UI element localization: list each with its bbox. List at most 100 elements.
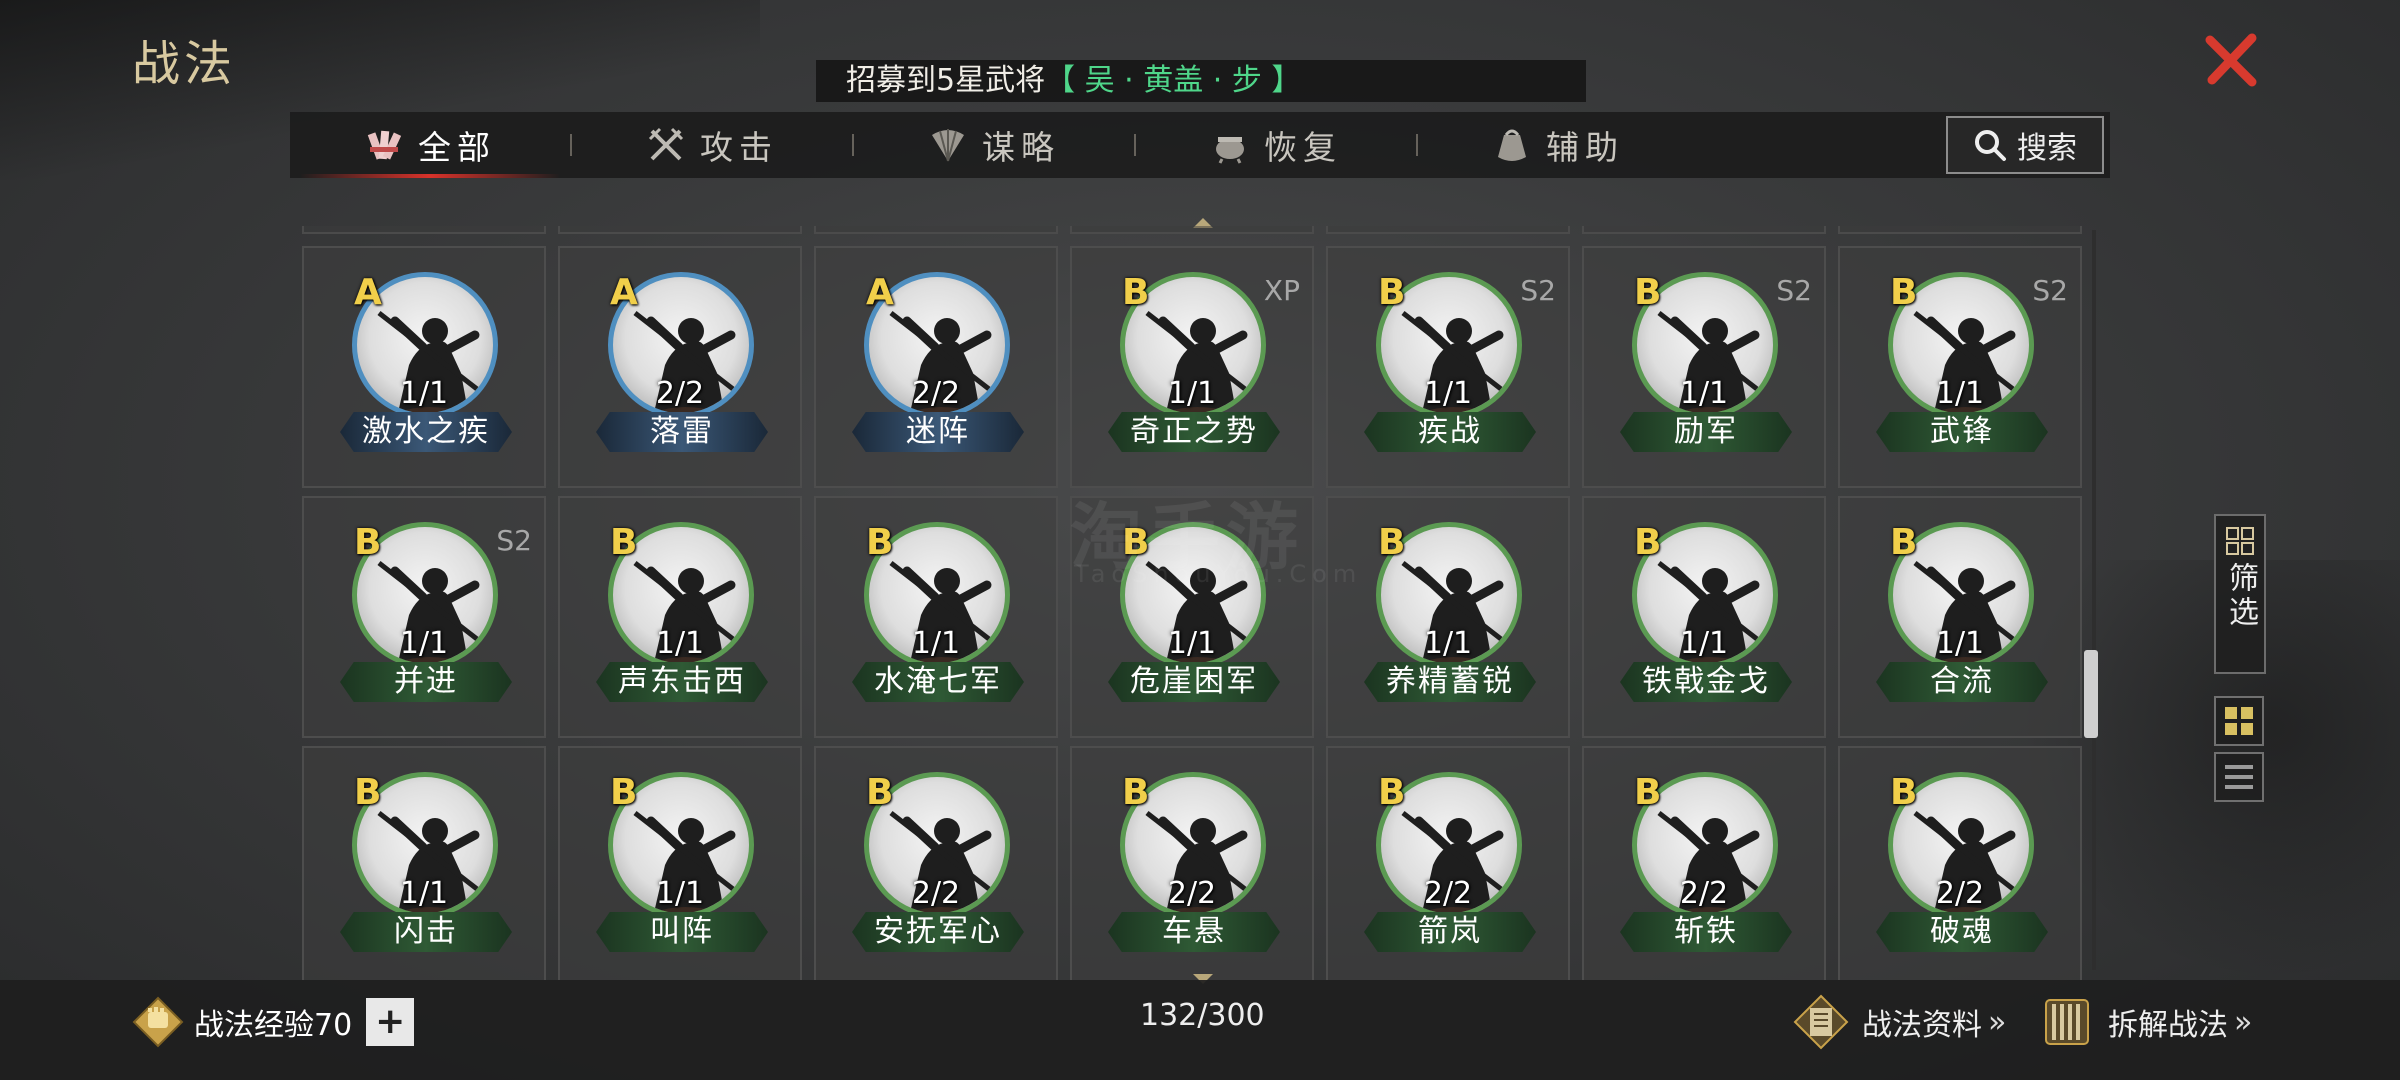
- tactic-info-link[interactable]: 战法资料 »: [1792, 994, 2006, 1050]
- tactic-grade: B: [1378, 522, 1406, 563]
- tactic-grade: B: [1634, 272, 1662, 313]
- category-tabs: 全部 攻击 谋略 恢复 辅助: [290, 112, 2110, 178]
- tactic-card[interactable]: B XP 1/1 奇正之势: [1070, 246, 1314, 488]
- scrollbar-track: [2092, 230, 2096, 970]
- tactic-card[interactable]: B 1/1 养精蓄锐: [1326, 496, 1570, 738]
- tactic-count: 1/1: [1423, 626, 1473, 661]
- tactic-grade: B: [866, 772, 894, 813]
- tactic-name: 叫阵: [596, 912, 768, 952]
- tactic-count: 1/1: [1679, 626, 1729, 661]
- scrollbar-thumb[interactable]: [2084, 650, 2098, 738]
- add-exp-button[interactable]: +: [366, 998, 415, 1046]
- tactic-card[interactable]: B S2 1/1 并进: [302, 496, 546, 738]
- tactic-name: 斩铁: [1620, 912, 1792, 952]
- scroll-book-icon: [1793, 994, 1849, 1050]
- tactic-card[interactable]: A 2/2 落雷: [558, 246, 802, 488]
- tactic-count: 1/1: [655, 876, 705, 911]
- tactic-grade: B: [1122, 772, 1150, 813]
- banner-highlight: 【 吴 · 黄盖 · 步 】: [1045, 63, 1302, 98]
- disassemble-link[interactable]: 拆解战法 »: [2038, 994, 2252, 1050]
- watermark-sub: TaoShouYou.Com: [1074, 560, 1363, 588]
- tactic-grade: A: [354, 272, 382, 313]
- tactic-grade: B: [610, 522, 638, 563]
- tab-recovery[interactable]: 恢复: [1136, 112, 1416, 178]
- tactic-card[interactable]: B 1/1 叫阵: [558, 746, 802, 980]
- tactic-info-label: 战法资料: [1862, 1008, 1982, 1043]
- search-icon: [1975, 130, 2006, 161]
- list-view-button[interactable]: [2214, 752, 2264, 802]
- tactic-card[interactable]: B 2/2 斩铁: [1582, 746, 1826, 980]
- tactic-grade: B: [354, 522, 382, 563]
- tactic-exp: 战法经验70 +: [132, 994, 415, 1050]
- tactic-card[interactable]: B 2/2 安抚军心: [814, 746, 1058, 980]
- tab-label: 全部: [418, 128, 496, 167]
- tactic-grade: B: [1890, 522, 1918, 563]
- tab-label: 谋略: [982, 128, 1060, 167]
- tactic-card[interactable]: B S2 1/1 励军: [1582, 246, 1826, 488]
- tactic-name: 车悬: [1108, 912, 1280, 952]
- cauldron-icon: [1216, 137, 1244, 164]
- filter-grid-icon: [2226, 527, 2254, 555]
- tactic-name: 声东击西: [596, 662, 768, 702]
- tactic-count: 1/1: [1423, 376, 1473, 411]
- tactic-grade: B: [1122, 272, 1150, 313]
- tactic-count: 2/2: [1935, 876, 1985, 911]
- tactic-card[interactable]: B S2 1/1 武锋: [1838, 246, 2082, 488]
- tactic-count: 1/1: [399, 626, 449, 661]
- tactic-card[interactable]: A 1/1 激水之疾: [302, 246, 546, 488]
- tactic-card[interactable]: B 1/1 声东击西: [558, 496, 802, 738]
- tactic-card[interactable]: B 1/1 水淹七军: [814, 496, 1058, 738]
- tactic-capacity: 132/300: [1140, 998, 1265, 1033]
- filter-button[interactable]: 筛选: [2214, 514, 2266, 674]
- close-button[interactable]: [2200, 28, 2264, 92]
- tactic-card[interactable]: B 1/1 铁戟金戈: [1582, 496, 1826, 738]
- tactic-name: 铁戟金戈: [1620, 662, 1792, 702]
- page-title: 战法: [132, 36, 237, 92]
- crossed-swords-icon: [648, 127, 684, 161]
- tactic-name: 破魂: [1876, 912, 2048, 952]
- tactic-count: 1/1: [1935, 626, 1985, 661]
- tactic-grade: B: [354, 772, 382, 813]
- tactic-season: S2: [2032, 274, 2068, 307]
- tactic-season: S2: [1520, 274, 1556, 307]
- fist-badge-icon: [132, 996, 184, 1048]
- tactic-card[interactable]: B 2/2 箭岚: [1326, 746, 1570, 980]
- tactic-card[interactable]: B 2/2 破魂: [1838, 746, 2082, 980]
- tactic-count: 2/2: [1423, 876, 1473, 911]
- tactic-card[interactable]: B 1/1 合流: [1838, 496, 2082, 738]
- tab-strategy[interactable]: 谋略: [854, 112, 1134, 178]
- tactic-name: 疾战: [1364, 412, 1536, 452]
- tactic-grade: B: [1890, 772, 1918, 813]
- grid-view-button[interactable]: [2214, 696, 2264, 746]
- recruit-banner: 招募到5星武将【 吴 · 黄盖 · 步 】: [816, 60, 1586, 102]
- tab-support[interactable]: 辅助: [1418, 112, 1698, 178]
- tactic-grade: B: [1378, 772, 1406, 813]
- tactic-name: 水淹七军: [852, 662, 1024, 702]
- tactic-name: 奇正之势: [1108, 412, 1280, 452]
- tactic-count: 2/2: [1167, 876, 1217, 911]
- tactic-card[interactable]: B S2 1/1 疾战: [1326, 246, 1570, 488]
- tactic-grid: A 1/1 激水之疾 A 2/2 落雷 A 2/2 迷阵 B XP 1/1 奇正之势 B S2 1/1 疾战 B S…: [302, 246, 2082, 980]
- tactic-grade: A: [610, 272, 638, 313]
- tactic-grade: B: [1890, 272, 1918, 313]
- fan-icon: [932, 129, 964, 162]
- tactic-count: 1/1: [399, 376, 449, 411]
- tactic-name: 合流: [1876, 662, 2048, 702]
- search-label: 搜索: [2017, 131, 2077, 166]
- tactic-name: 迷阵: [852, 412, 1024, 452]
- tactic-name: 危崖困军: [1108, 662, 1280, 702]
- tactic-season: S2: [496, 524, 532, 557]
- tactic-count: 1/1: [1679, 376, 1729, 411]
- tab-all[interactable]: 全部: [290, 112, 570, 178]
- tactic-card[interactable]: B 2/2 车悬: [1070, 746, 1314, 980]
- search-button[interactable]: 搜索: [1946, 116, 2104, 174]
- bamboo-scroll-icon: [2045, 999, 2089, 1045]
- tactic-card[interactable]: A 2/2 迷阵: [814, 246, 1058, 488]
- banner-text: 招募到5星武将: [846, 63, 1046, 98]
- tactic-card[interactable]: B 1/1 闪击: [302, 746, 546, 980]
- previous-row-edge: [302, 226, 2082, 236]
- tactic-count: 1/1: [655, 626, 705, 661]
- tab-attack[interactable]: 攻击: [572, 112, 852, 178]
- tactic-count: 2/2: [1679, 876, 1729, 911]
- close-x-icon: [2205, 33, 2257, 87]
